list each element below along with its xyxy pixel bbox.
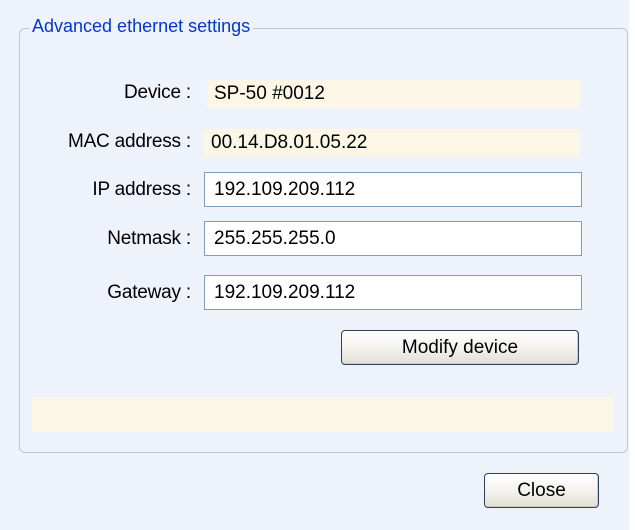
device-value: SP-50 #0012 [207, 80, 580, 108]
close-button[interactable]: Close [484, 473, 599, 508]
mac-address-label: MAC address : [67, 131, 191, 152]
ip-address-input[interactable] [204, 172, 582, 207]
ip-address-label: IP address : [92, 179, 191, 200]
gateway-label: Gateway : [107, 282, 191, 303]
device-label: Device : [123, 82, 191, 103]
mac-address-value: 00.14.D8.01.05.22 [204, 129, 580, 157]
gateway-input[interactable] [204, 275, 582, 310]
netmask-label: Netmask : [107, 228, 191, 249]
group-title: Advanced ethernet settings [29, 14, 254, 38]
status-message-bar [32, 397, 614, 432]
window-edge [629, 0, 635, 530]
modify-device-button[interactable]: Modify device [341, 330, 579, 365]
netmask-input[interactable] [204, 221, 582, 256]
